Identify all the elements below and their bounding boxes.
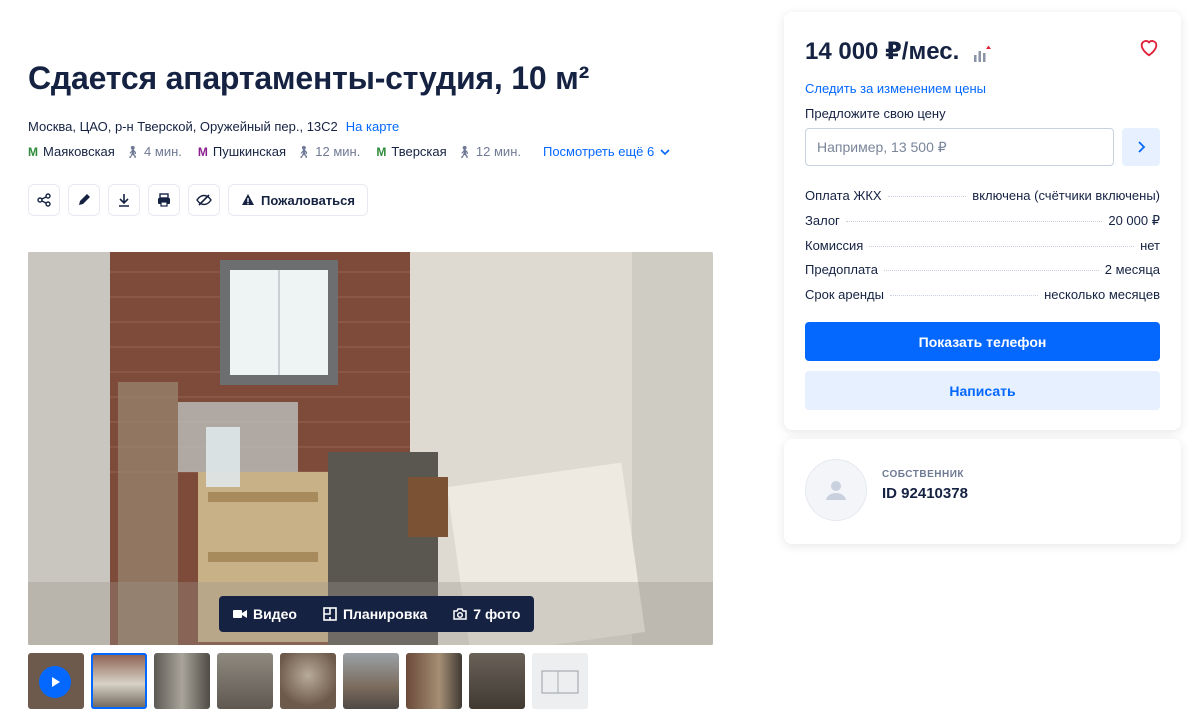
address-text: Москва, ЦАО, р-н Тверской, Оружейный пер… xyxy=(28,119,338,134)
page-title: Сдается апартаменты-студия, 10 м² xyxy=(28,60,590,96)
metro-name: Тверская xyxy=(391,144,447,159)
share-button[interactable] xyxy=(28,184,60,216)
price-card: 14 000 ₽/мес. Следить за изменением цены… xyxy=(784,12,1181,430)
metro-name: Пушкинская xyxy=(212,144,287,159)
walk-time: 🚶︎ 12 мин. xyxy=(296,144,361,159)
thumbnail-video[interactable] xyxy=(28,653,84,709)
thumbnail[interactable] xyxy=(280,653,336,709)
download-button[interactable] xyxy=(108,184,140,216)
chevron-down-icon xyxy=(660,148,670,155)
metro-station[interactable]: M Маяковская 🚶︎ 4 мин. xyxy=(28,144,182,159)
price-chart-icon[interactable] xyxy=(971,44,993,66)
video-button[interactable]: Видео xyxy=(233,606,297,622)
fact-row: Срок аренды несколько месяцев xyxy=(805,287,1160,303)
floor-plan-button[interactable]: Планировка xyxy=(323,606,427,622)
thumbnail-floor-plan[interactable] xyxy=(532,653,588,709)
price: 14 000 ₽/мес. xyxy=(805,38,960,65)
rental-facts: Оплата ЖКХ включена (счётчики включены) З… xyxy=(805,188,1160,312)
hide-button[interactable] xyxy=(188,184,220,216)
download-icon xyxy=(119,194,129,207)
fact-row: Предоплата 2 месяца xyxy=(805,262,1160,278)
thumbnail[interactable] xyxy=(343,653,399,709)
eye-off-icon xyxy=(196,194,212,206)
metro-icon: M xyxy=(28,144,38,159)
follow-price-link[interactable]: Следить за изменением цены xyxy=(805,81,986,96)
chevron-right-icon xyxy=(1138,141,1146,153)
walking-icon: 🚶︎ xyxy=(124,144,141,159)
media-bar: Видео Планировка 7 фото xyxy=(219,596,535,632)
show-phone-button[interactable]: Показать телефон xyxy=(805,322,1160,361)
pencil-icon xyxy=(79,194,90,205)
share-icon xyxy=(37,193,51,207)
complain-button[interactable]: Пожаловаться xyxy=(228,184,368,216)
thumbnail[interactable] xyxy=(154,653,210,709)
metro-row: M Маяковская 🚶︎ 4 мин. M Пушкинская 🚶︎ 12 … xyxy=(28,144,670,159)
floor-plan-icon xyxy=(323,607,337,621)
metro-station[interactable]: M Пушкинская 🚶︎ 12 мин. xyxy=(198,144,360,159)
photos-button[interactable]: 7 фото xyxy=(453,606,520,622)
avatar xyxy=(805,459,867,521)
offer-price-label: Предложите свою цену xyxy=(805,106,946,121)
video-camera-icon xyxy=(233,610,247,618)
fact-row: Комиссия нет xyxy=(805,237,1160,253)
fact-row: Оплата ЖКХ включена (счётчики включены) xyxy=(805,188,1160,203)
print-button[interactable] xyxy=(148,184,180,216)
address-row: Москва, ЦАО, р-н Тверской, Оружейный пер… xyxy=(28,119,399,134)
walk-time: 🚶︎ 12 мин. xyxy=(456,144,521,159)
walking-icon: 🚶︎ xyxy=(296,144,312,159)
offer-submit-button[interactable] xyxy=(1122,128,1160,166)
owner-role: СОБСТВЕННИК xyxy=(882,469,965,480)
metro-icon: M xyxy=(197,144,208,159)
thumbnail-strip xyxy=(28,653,588,709)
walk-time: 🚶︎ 4 мин. xyxy=(124,144,182,159)
favorite-heart-icon[interactable] xyxy=(1138,36,1160,58)
user-icon xyxy=(826,481,846,500)
map-link[interactable]: На карте xyxy=(346,119,399,134)
room-photo-image xyxy=(28,252,713,645)
note-button[interactable] xyxy=(68,184,100,216)
thumbnail[interactable] xyxy=(217,653,273,709)
thumbnail[interactable] xyxy=(469,653,525,709)
walking-icon: 🚶︎ xyxy=(456,144,472,159)
owner-card: СОБСТВЕННИК ID 92410378 xyxy=(784,439,1181,544)
warning-icon xyxy=(242,194,254,205)
main-photo[interactable] xyxy=(28,252,713,645)
more-metro-link[interactable]: Посмотреть ещё 6 xyxy=(543,144,670,159)
owner-id: ID 92410378 xyxy=(882,485,968,502)
camera-icon xyxy=(453,608,468,620)
printer-icon xyxy=(158,193,170,207)
write-message-button[interactable]: Написать xyxy=(805,371,1160,410)
fact-row: Залог 20 000 ₽ xyxy=(805,212,1160,228)
play-icon xyxy=(39,666,71,698)
thumbnail[interactable] xyxy=(406,653,462,709)
metro-station[interactable]: M Тверская 🚶︎ 12 мин. xyxy=(376,144,521,159)
metro-name: Маяковская xyxy=(43,144,115,159)
thumbnail[interactable] xyxy=(91,653,147,709)
action-toolbar: Пожаловаться xyxy=(28,184,368,216)
metro-icon: M xyxy=(376,144,387,159)
offer-price-input[interactable] xyxy=(805,128,1114,166)
